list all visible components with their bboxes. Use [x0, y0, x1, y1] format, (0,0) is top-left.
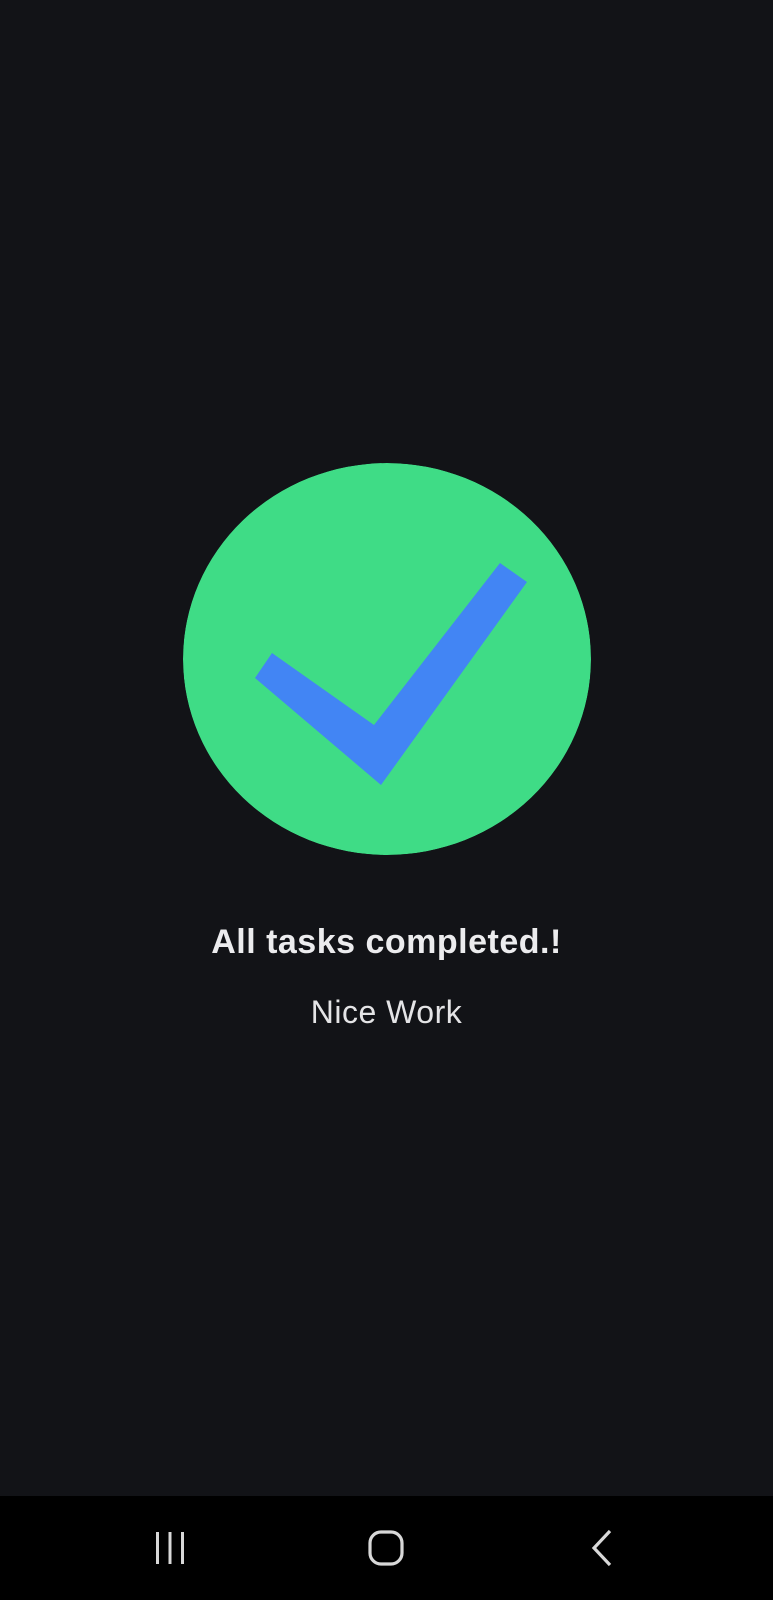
app-screen: All tasks completed.! Nice Work — [0, 0, 773, 1600]
check-icon — [183, 463, 591, 855]
success-circle — [183, 463, 591, 855]
recent-apps-button[interactable] — [125, 1518, 215, 1578]
completion-view: All tasks completed.! Nice Work — [0, 0, 773, 1496]
recent-apps-icon — [156, 1532, 184, 1564]
completion-title: All tasks completed.! — [211, 923, 562, 961]
home-icon — [368, 1530, 404, 1566]
back-button[interactable] — [558, 1518, 648, 1578]
completion-subtitle: Nice Work — [310, 994, 463, 1030]
home-button[interactable] — [341, 1518, 431, 1578]
system-navigation-bar — [0, 1496, 773, 1600]
back-icon — [591, 1529, 612, 1567]
success-badge — [183, 463, 591, 855]
